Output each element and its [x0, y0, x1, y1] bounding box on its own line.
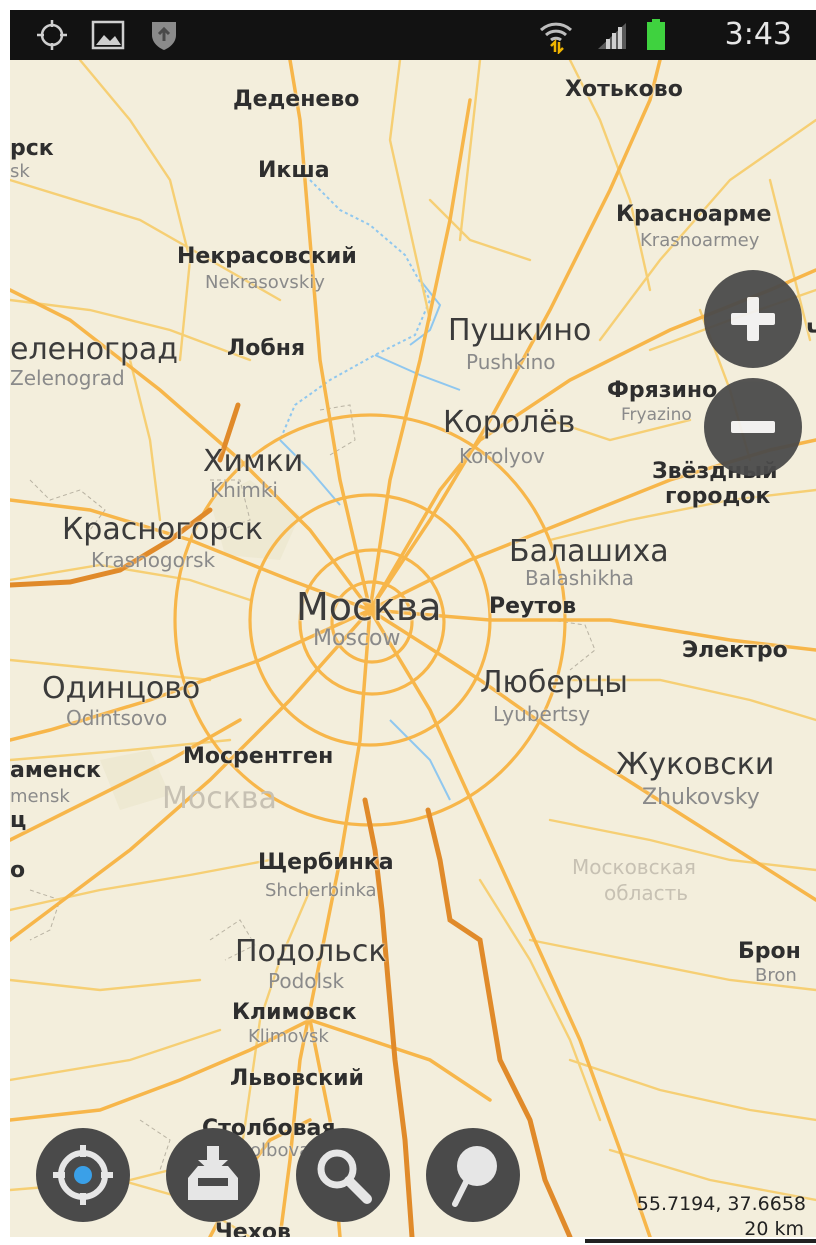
map-label-en: Odintsovo — [66, 706, 168, 730]
map-label[interactable]: Деденево — [233, 89, 359, 111]
map-label-en: sk — [10, 161, 30, 182]
map-label-en: Lyubertsy — [493, 702, 591, 726]
map-label-en: Khimki — [210, 478, 278, 502]
map-label[interactable]: аменск — [10, 760, 101, 782]
map-label-en: mensk — [10, 786, 70, 807]
map-label-en: Podolsk — [268, 969, 345, 993]
download-icon — [188, 1146, 238, 1200]
signal-icon — [592, 10, 632, 60]
map-label[interactable]: Красноарме — [616, 204, 771, 226]
map-label[interactable]: о — [10, 860, 25, 882]
map-label[interactable]: Химки — [203, 447, 303, 477]
search-icon — [317, 1149, 372, 1204]
map-label[interactable]: ц — [10, 810, 26, 832]
map-label[interactable]: Фрязино — [607, 380, 717, 402]
wifi-icon — [536, 10, 576, 60]
scale-label: 20 km — [744, 1218, 804, 1240]
map-view[interactable]: Деденево Хотьково рск sk Икша Красноарме… — [10, 60, 816, 1237]
map-label[interactable]: рск — [10, 138, 54, 160]
battery-icon — [644, 10, 668, 60]
download-button[interactable] — [166, 1128, 260, 1222]
region-label: Московская — [572, 855, 696, 879]
map-label-en: Klimovsk — [248, 1026, 329, 1047]
my-location-icon — [53, 1145, 113, 1205]
screen: 3:43 Деденево Хотьково рск sk Икша Красн… — [0, 0, 816, 1245]
map-label-en: Zhukovsky — [642, 785, 760, 810]
zoom-in-icon — [731, 297, 775, 341]
map-label-en: Bron — [755, 965, 797, 986]
status-bar: 3:43 — [10, 10, 816, 60]
picture-icon — [90, 10, 126, 60]
region-label: область — [604, 881, 689, 905]
map-label-en: Nekrasovskiy — [205, 272, 325, 293]
zoom-in-button[interactable] — [704, 270, 802, 368]
clock: 3:43 — [724, 17, 792, 52]
map-label[interactable]: Королёв — [443, 408, 575, 438]
map-label-en: Moscow — [313, 626, 401, 651]
map-label[interactable]: Подольск — [235, 937, 386, 967]
map-label[interactable]: Люберцы — [480, 668, 628, 698]
zoom-out-icon — [731, 421, 775, 433]
map-label[interactable]: Хотьково — [565, 79, 683, 101]
region-label: Москва — [162, 781, 277, 816]
map-label[interactable]: Мосрентген — [183, 746, 333, 768]
map-label[interactable]: Балашиха — [509, 537, 669, 567]
map-label[interactable]: Климовск — [232, 1002, 357, 1024]
map-label-en: Shcherbinka — [265, 880, 377, 901]
map-label[interactable]: Красногорск — [62, 515, 263, 545]
map-label-en: Pushkino — [466, 350, 556, 374]
map-label[interactable]: Ч — [806, 322, 816, 344]
bookmarks-button[interactable] — [426, 1128, 520, 1222]
map-label[interactable]: Некрасовский — [177, 246, 357, 268]
coordinates-readout: 55.7194, 37.6658 — [636, 1193, 806, 1215]
map-label[interactable]: Чехов — [215, 1222, 291, 1238]
shield-icon — [146, 10, 182, 60]
gps-icon — [34, 10, 70, 60]
map-label[interactable]: Икша — [258, 160, 330, 182]
map-label[interactable]: Львовский — [230, 1068, 364, 1090]
map-label[interactable]: городок — [665, 486, 770, 508]
map-label[interactable]: Пушкино — [448, 316, 591, 346]
map-label[interactable]: Жуковски — [616, 750, 774, 780]
map-label-en: Balashikha — [525, 566, 634, 590]
map-label-en: Fryazino — [621, 405, 692, 425]
map-label[interactable]: Щербинка — [258, 852, 394, 874]
map-label[interactable]: Лобня — [227, 338, 305, 360]
map-label[interactable]: Электро — [682, 640, 788, 662]
map-label[interactable]: Брон — [738, 941, 801, 963]
search-button[interactable] — [296, 1128, 390, 1222]
bookmark-pin-icon — [452, 1146, 497, 1207]
map-label-en: Zelenograd — [10, 366, 125, 390]
map-label[interactable]: еленоград — [10, 335, 178, 365]
map-label-en: Krasnoarmey — [640, 230, 760, 251]
map-label-en: Korolyov — [459, 444, 545, 468]
map-label[interactable]: Москва — [296, 588, 442, 626]
map-label-en: Krasnogorsk — [91, 548, 216, 572]
map-label[interactable]: Реутов — [489, 596, 576, 618]
map-label[interactable]: Одинцово — [42, 674, 200, 704]
scale-bar — [585, 1239, 816, 1243]
my-location-button[interactable] — [36, 1128, 130, 1222]
zoom-out-button[interactable] — [704, 378, 802, 476]
